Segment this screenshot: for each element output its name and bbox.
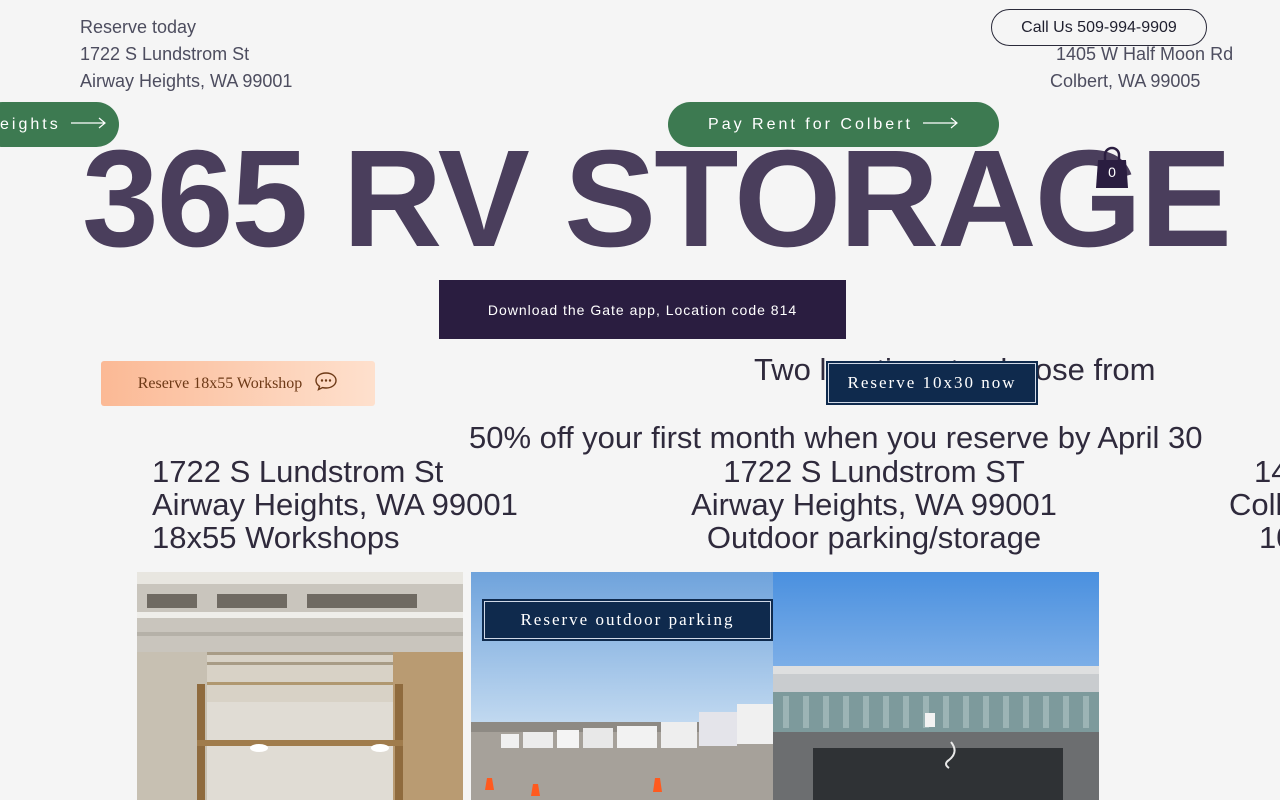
cart-button[interactable]: 0 bbox=[1094, 146, 1130, 190]
reserve-workshop-button[interactable]: Reserve 18x55 Workshop bbox=[101, 361, 375, 406]
reserve-workshop-label: Reserve 18x55 Workshop bbox=[137, 374, 303, 392]
call-us-button[interactable]: Call Us 509-994-9909 bbox=[991, 9, 1207, 46]
promo-text: 50% off your first month when you reserv… bbox=[469, 420, 1203, 455]
location-type: Outdoor parking/storage bbox=[706, 520, 1042, 555]
left-street: 1722 S Lundstrom St bbox=[80, 44, 250, 64]
location-type: 10 bbox=[1259, 520, 1280, 554]
pay-rent-airway-label: eights bbox=[0, 115, 61, 133]
reserve-today-text: Reserve today bbox=[80, 17, 197, 37]
location-workshops: 1722 S Lundstrom St Airway Heights, WA 9… bbox=[152, 455, 518, 554]
location-outdoor: 1722 S Lundstrom ST Airway Heights, WA 9… bbox=[660, 455, 1088, 554]
right-city: Colbert, WA 99005 bbox=[1050, 71, 1201, 91]
location-street: 1722 S Lundstrom ST bbox=[723, 454, 1025, 489]
call-us-label: Call Us 509-994-9909 bbox=[1021, 18, 1177, 36]
location-colbert: 14 Coll 10 bbox=[1229, 455, 1280, 554]
gate-app-button[interactable]: Download the Gate app, Location code 814 bbox=[439, 280, 846, 339]
gate-app-label: Download the Gate app, Location code 814 bbox=[487, 301, 798, 318]
cart-count: 0 bbox=[1108, 164, 1116, 180]
storage-unit-photo bbox=[773, 572, 1099, 800]
page-title: 365 RV STORAGE bbox=[82, 122, 1232, 276]
reserve-outdoor-label: Reserve outdoor parking bbox=[520, 610, 735, 629]
reserve-outdoor-parking-button[interactable]: Reserve outdoor parking bbox=[482, 599, 773, 641]
reserve-10x30-label: Reserve 10x30 now bbox=[847, 373, 1017, 392]
left-address: Reserve today 1722 S Lundstrom St Airway… bbox=[80, 14, 292, 95]
left-city: Airway Heights, WA 99001 bbox=[80, 71, 293, 91]
reserve-10x30-button[interactable]: Reserve 10x30 now bbox=[826, 361, 1038, 405]
workshop-interior-photo bbox=[137, 572, 463, 800]
chat-bubble-icon bbox=[314, 371, 338, 396]
location-type: 18x55 Workshops bbox=[152, 520, 400, 555]
location-city: Coll bbox=[1229, 487, 1280, 522]
location-street: 1722 S Lundstrom St bbox=[152, 454, 444, 489]
location-city: Airway Heights, WA 99001 bbox=[152, 487, 518, 522]
location-street: 14 bbox=[1254, 455, 1280, 489]
location-city: Airway Heights, WA 99001 bbox=[691, 487, 1057, 522]
